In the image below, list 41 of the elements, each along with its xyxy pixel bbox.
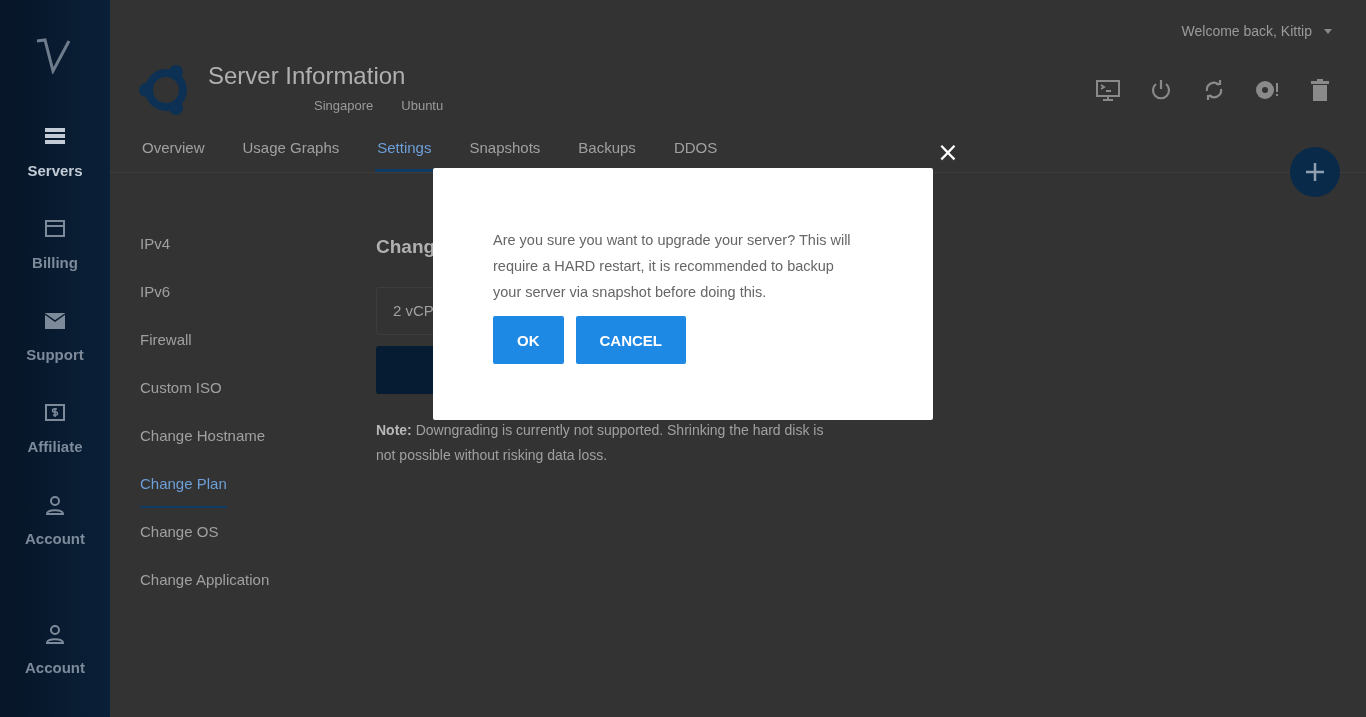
console-icon[interactable] [1096,78,1120,102]
sidebar-item[interactable]: Billing [32,218,78,272]
settings-menu-item[interactable]: Change OS [140,508,219,556]
tab[interactable]: Backups [576,124,638,172]
cancel-button[interactable]: CANCEL [575,316,686,364]
dialog-message: Are you sure you want to upgrade your server? This will require a HARD restart, it is recommended to backup your server via snapshot before doing this. [493,231,852,302]
tab[interactable]: Settings [375,124,434,172]
mail-icon [44,310,66,332]
sidebar-item[interactable]: Affiliate [27,402,83,456]
add-button[interactable] [1290,147,1340,197]
ok-button[interactable]: OK [493,316,564,364]
settings-menu-item[interactable]: Firewall [140,316,192,364]
sidebar-item[interactable]: Account [25,494,85,548]
server-location: Singapore [314,97,374,115]
settings-menu-item[interactable]: Change Hostname [140,412,266,460]
dollar-icon [44,402,66,424]
panel-heading: Chang [376,235,436,259]
settings-menu-item[interactable]: Custom ISO [140,364,222,412]
sidebar-item[interactable]: Support [26,310,84,364]
settings-menu-item[interactable]: IPv4 [140,220,170,268]
tab[interactable]: Overview [140,124,207,172]
user-menu[interactable]: Welcome back, Kittip [1181,23,1312,39]
server-title: Server Information [208,62,407,90]
trash-icon[interactable] [1308,78,1332,102]
settings-menu-item[interactable]: Change Plan [140,460,227,508]
tab[interactable]: DDOS [671,124,720,172]
user-icon [44,623,66,645]
power-icon[interactable] [1149,78,1173,102]
caret-icon[interactable] [1324,28,1332,34]
user-icon [44,494,66,516]
card-icon [44,218,66,240]
settings-menu-item[interactable]: Change Application [140,556,270,604]
close-dialog-button[interactable]: × [936,140,960,164]
settings-menu-item[interactable]: IPv6 [140,268,170,316]
tab[interactable]: Snapshots [467,124,543,172]
note-text: Note: Downgrading is currently not supported. Shrinking the hard disk is not possible without risking data loss. [376,421,825,465]
server-os: Ubuntu [401,97,444,115]
tab[interactable]: Usage Graphs [240,124,342,172]
sidebar-item[interactable]: Account [25,623,85,677]
plus-icon [1306,163,1324,181]
sidebar-item[interactable]: Servers [27,126,83,180]
